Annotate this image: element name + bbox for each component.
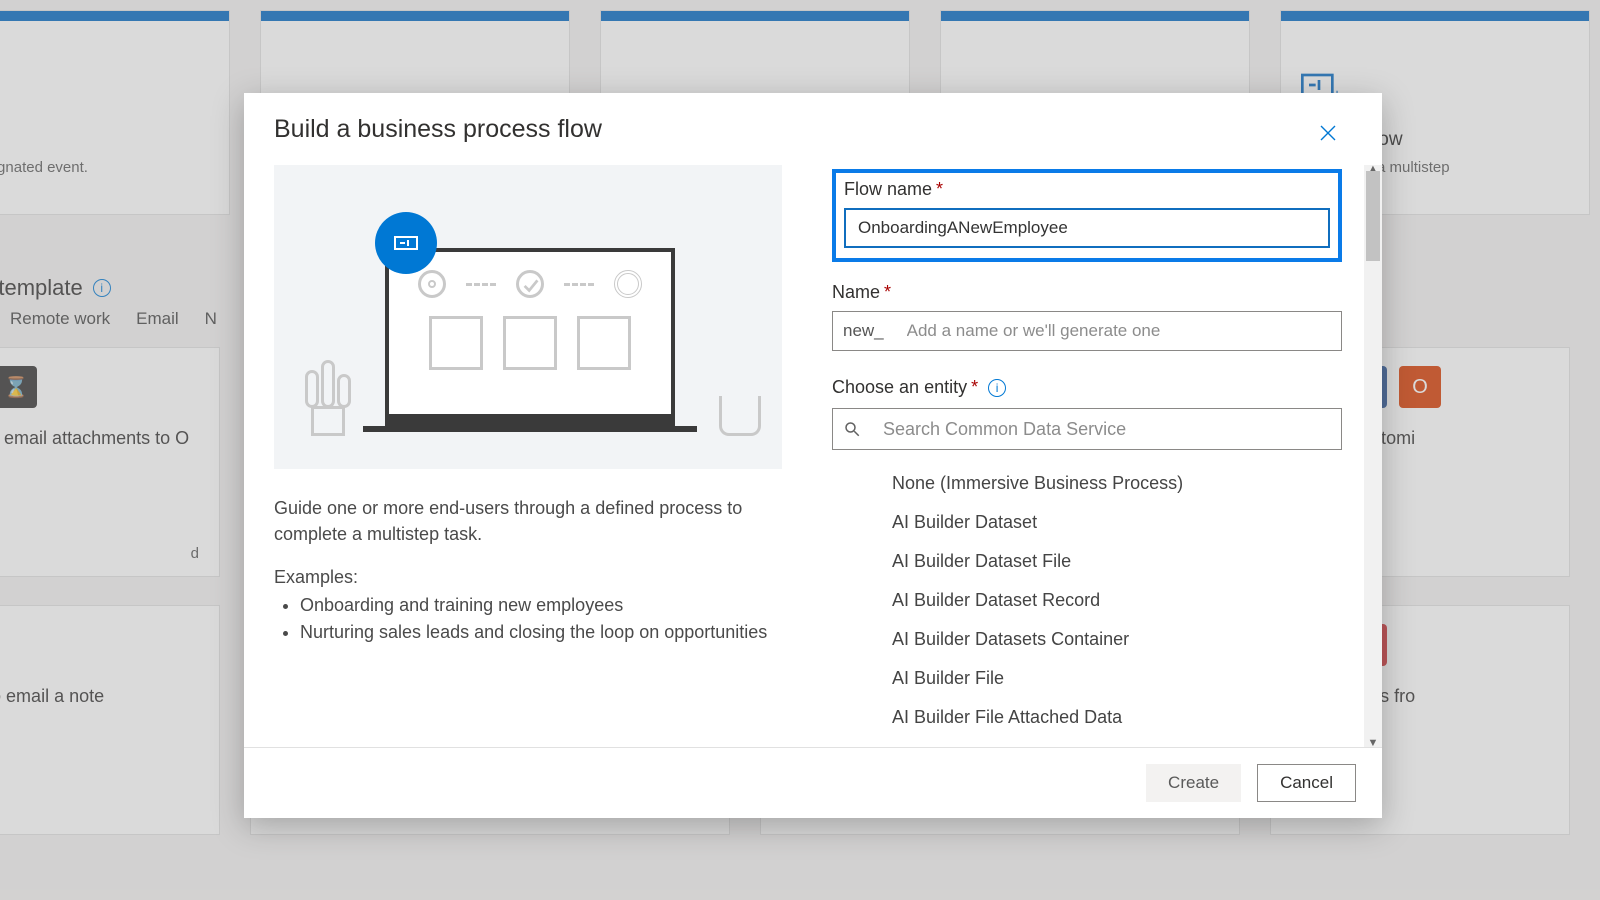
- entity-option[interactable]: None (Immersive Business Process): [832, 464, 1342, 503]
- entity-option[interactable]: AI Builder Dataset: [832, 503, 1342, 542]
- name-field[interactable]: new_: [832, 311, 1342, 351]
- create-button[interactable]: Create: [1146, 764, 1241, 802]
- example-item: Onboarding and training new employees: [300, 592, 782, 619]
- examples-list: Onboarding and training new employees Nu…: [300, 592, 782, 646]
- dialog-description: Guide one or more end-users through a de…: [274, 495, 744, 547]
- entity-option[interactable]: AI Builder Dataset Record: [832, 581, 1342, 620]
- flow-name-label: Flow name*: [844, 179, 1330, 200]
- illustration: [274, 165, 782, 469]
- entity-option[interactable]: AI Builder File Attached Data: [832, 698, 1342, 724]
- search-icon: [843, 420, 861, 438]
- close-button[interactable]: [1310, 115, 1346, 151]
- build-bpf-dialog: Build a business process flow: [244, 93, 1382, 818]
- entity-search[interactable]: [832, 408, 1342, 450]
- flow-name-input[interactable]: [844, 208, 1330, 248]
- info-icon[interactable]: i: [988, 379, 1006, 397]
- scroll-down-icon[interactable]: ▼: [1364, 734, 1382, 747]
- examples-heading: Examples:: [274, 567, 782, 588]
- entity-label: Choose an entity*: [832, 377, 978, 398]
- name-label: Name*: [832, 282, 1342, 303]
- name-input[interactable]: [895, 312, 1341, 350]
- entity-option[interactable]: AI Builder File: [832, 659, 1342, 698]
- scrollbar[interactable]: ▲ ▼: [1364, 165, 1382, 747]
- example-item: Nurturing sales leads and closing the lo…: [300, 619, 782, 646]
- entity-option[interactable]: AI Builder Datasets Container: [832, 620, 1342, 659]
- entity-option[interactable]: AI Builder Dataset File: [832, 542, 1342, 581]
- cancel-button[interactable]: Cancel: [1257, 764, 1356, 802]
- scroll-thumb[interactable]: [1366, 171, 1380, 261]
- bpf-badge-icon: [375, 212, 437, 274]
- dialog-title: Build a business process flow: [274, 115, 602, 144]
- name-prefix: new_: [833, 321, 895, 341]
- entity-list: None (Immersive Business Process) AI Bui…: [832, 464, 1342, 724]
- flow-name-highlight: Flow name*: [832, 169, 1342, 262]
- entity-search-input[interactable]: [871, 409, 1331, 449]
